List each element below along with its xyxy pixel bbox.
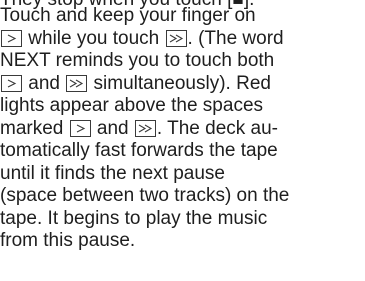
line-text: Touch and keep your finger on [0, 5, 256, 26]
line-text: NEXT reminds you to touch both [0, 50, 275, 71]
line-text: from this pause. [0, 230, 136, 251]
fast-forward-key-icon [165, 29, 187, 47]
instruction-paragraph: Touch and keep your finger on while you … [0, 5, 363, 253]
text-line: tomatically fast forwards the tape [0, 140, 363, 163]
text-line: from this pause. [0, 230, 363, 253]
text-line: lights appear above the spaces [0, 95, 363, 118]
play-key-icon [69, 119, 91, 137]
play-key-icon [1, 29, 22, 47]
line-text: and [96, 117, 129, 139]
line-text: simultaneously). Red [93, 72, 271, 94]
text-line: until it finds the next pause [0, 163, 363, 186]
text-line: and simultaneously). Red [0, 73, 363, 96]
text-line: tape. It begins to play the music [0, 208, 363, 231]
play-key-icon [1, 74, 22, 92]
line-text: . (The word [187, 27, 284, 49]
text-line: marked and . The deck au- [0, 118, 363, 141]
line-text: until it finds the next pause [0, 162, 225, 184]
line-text: . The deck au- [156, 117, 279, 139]
fast-forward-key-icon [134, 119, 156, 137]
line-text: tomatically fast forwards the tape [0, 140, 278, 161]
line-text: marked [0, 117, 64, 139]
line-text: and [28, 72, 60, 94]
text-line: Touch and keep your finger on [0, 5, 363, 28]
text-line: (space between two tracks) on the [0, 185, 363, 208]
text-line: while you touch . (The word [0, 28, 363, 51]
line-text: lights appear above the spaces [0, 95, 264, 116]
line-text: while you touch [28, 27, 160, 49]
line-text: (space between two tracks) on the [0, 185, 290, 206]
manual-page: They stop when you touch [■]. Touch and … [0, 0, 365, 281]
line-text: tape. It begins to play the music [0, 207, 268, 229]
fast-forward-key-icon [66, 74, 88, 92]
text-line: NEXT reminds you to touch both [0, 50, 363, 73]
